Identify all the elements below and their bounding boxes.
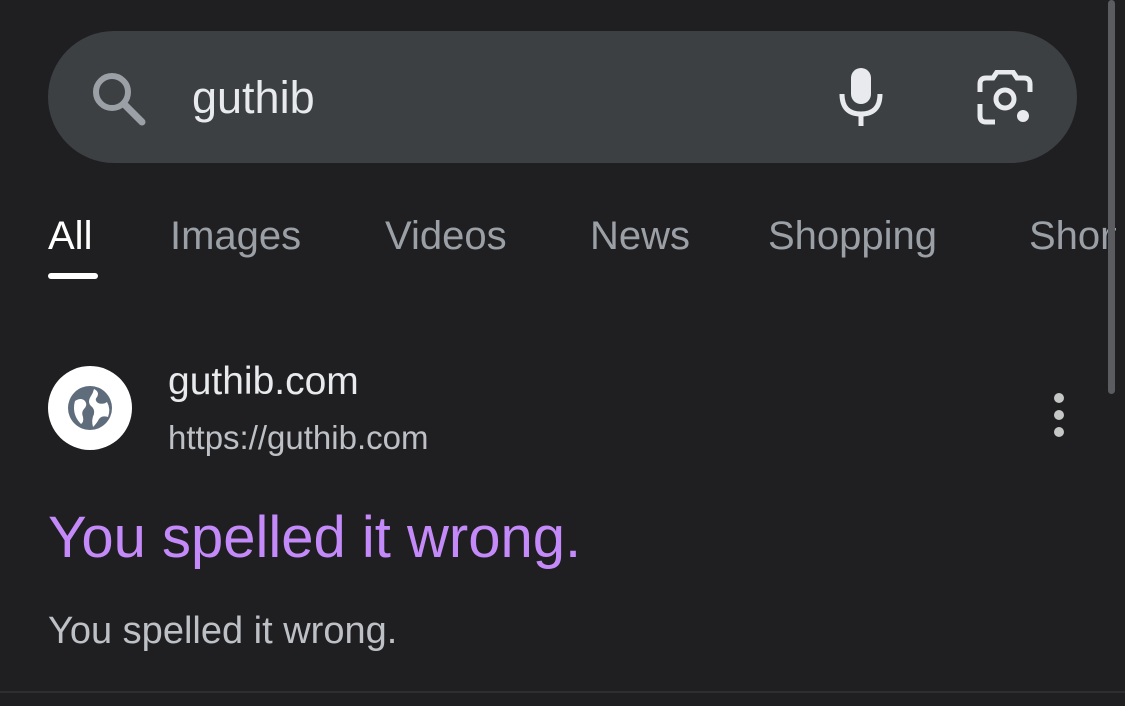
- tab-videos[interactable]: Videos: [385, 205, 507, 267]
- site-favicon[interactable]: [48, 366, 132, 450]
- result-site-name[interactable]: guthib.com: [168, 358, 359, 406]
- bottom-divider: [0, 691, 1125, 693]
- more-vertical-icon[interactable]: [1036, 388, 1082, 444]
- search-icon[interactable]: [88, 70, 148, 126]
- result-title-link[interactable]: You spelled it wrong.: [48, 500, 581, 576]
- tab-shopping[interactable]: Shopping: [768, 205, 937, 267]
- search-input[interactable]: guthib: [192, 70, 315, 126]
- tab-images[interactable]: Images: [170, 205, 301, 267]
- search-tabs: All Images Videos News Shopping Short vi…: [0, 205, 1116, 285]
- globe-icon: [68, 386, 112, 430]
- mic-icon[interactable]: [836, 66, 886, 128]
- active-tab-indicator: [48, 273, 98, 279]
- result-url[interactable]: https://guthib.com: [168, 417, 428, 459]
- scrollbar-thumb[interactable]: [1108, 0, 1115, 394]
- tab-all[interactable]: All: [48, 205, 92, 267]
- result-snippet: You spelled it wrong.: [48, 610, 398, 652]
- camera-lens-icon[interactable]: [975, 70, 1035, 126]
- tab-short-videos[interactable]: Short videos: [1029, 205, 1116, 267]
- search-results-page: guthib All Images Videos News Shopping S…: [0, 0, 1125, 706]
- tab-news[interactable]: News: [590, 205, 690, 267]
